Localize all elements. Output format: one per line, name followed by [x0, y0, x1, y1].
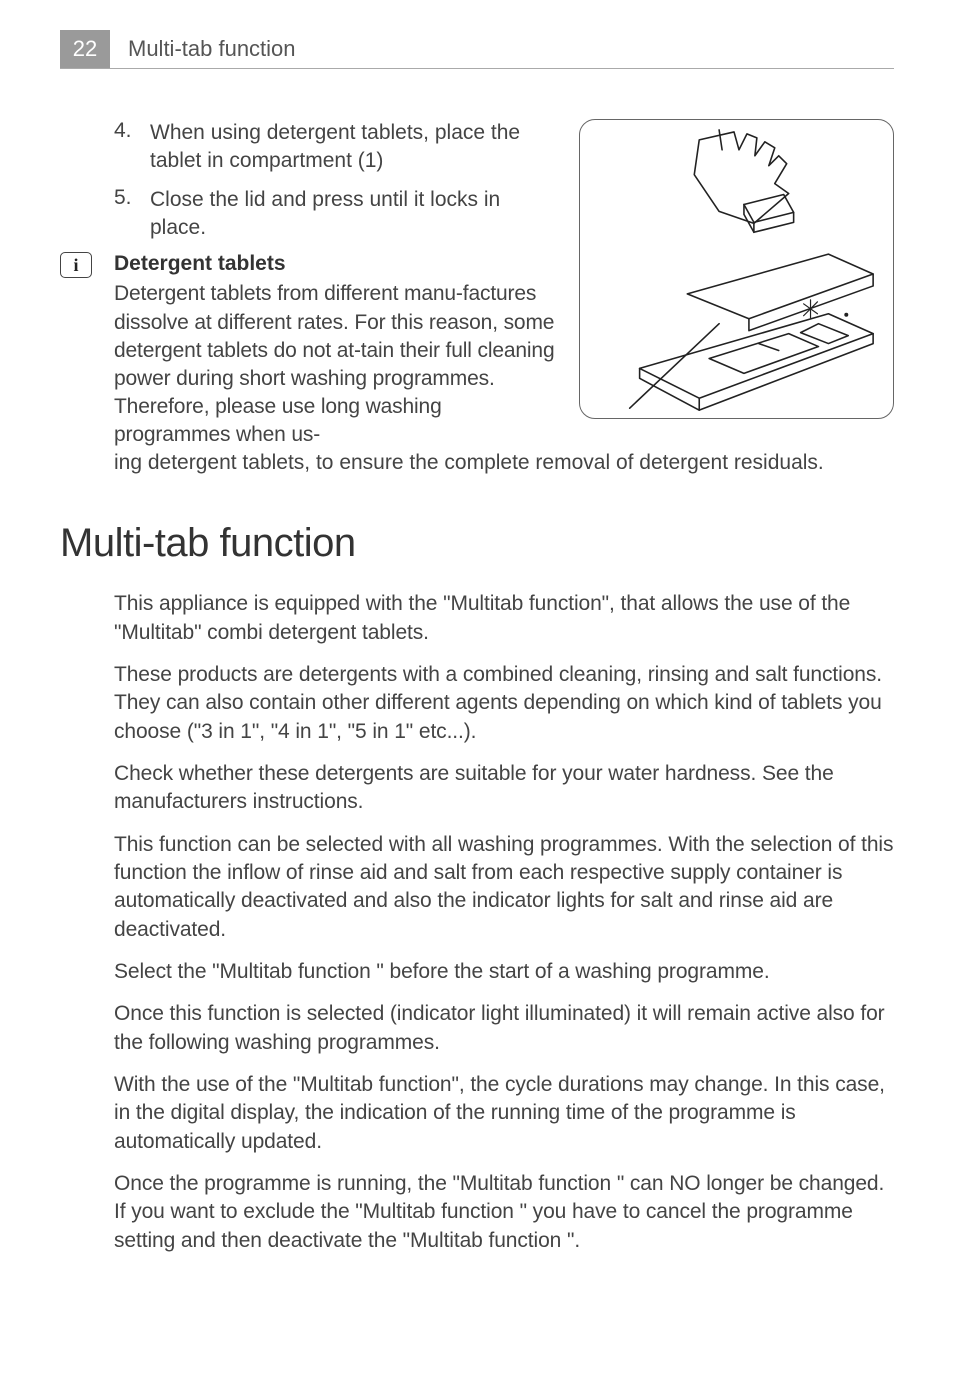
body-paragraph: With the use of the "Multitab function",…	[114, 1071, 894, 1156]
running-title: Multi-tab function	[110, 30, 296, 68]
content-area: 4. When using detergent tablets, place t…	[0, 69, 954, 1255]
info-paragraph: Detergent tablets from different manu-fa…	[114, 280, 561, 449]
illustration	[579, 119, 894, 419]
list-item: 4. When using detergent tablets, place t…	[114, 119, 561, 176]
section-heading: Multi-tab function	[60, 521, 894, 566]
section-body: This appliance is equipped with the "Mul…	[114, 590, 894, 1255]
list-number: 5.	[114, 186, 150, 210]
body-paragraph: Check whether these detergents are suita…	[114, 760, 894, 817]
info-body: Detergent tablets Detergent tablets from…	[114, 252, 561, 449]
info-heading: Detergent tablets	[114, 252, 561, 276]
info-block: i Detergent tablets Detergent tablets fr…	[60, 252, 561, 449]
info-icon: i	[60, 252, 92, 278]
page-number: 22	[60, 30, 110, 68]
list-number: 4.	[114, 119, 150, 143]
body-paragraph: This function can be selected with all w…	[114, 831, 894, 944]
page-header: 22 Multi-tab function	[60, 30, 894, 69]
info-icon-wrap: i	[60, 252, 114, 278]
top-columns: 4. When using detergent tablets, place t…	[60, 119, 894, 449]
body-paragraph: Once this function is selected (indicato…	[114, 1000, 894, 1057]
body-paragraph: Once the programme is running, the "Mult…	[114, 1170, 894, 1255]
list-text: When using detergent tablets, place the …	[150, 119, 561, 176]
list-item: 5. Close the lid and press until it lock…	[114, 186, 561, 243]
left-column: 4. When using detergent tablets, place t…	[60, 119, 561, 449]
body-paragraph: This appliance is equipped with the "Mul…	[114, 590, 894, 647]
body-paragraph: These products are detergents with a com…	[114, 661, 894, 746]
body-paragraph: Select the "Multitab function " before t…	[114, 958, 894, 986]
list-text: Close the lid and press until it locks i…	[150, 186, 561, 243]
step-list: 4. When using detergent tablets, place t…	[114, 119, 561, 242]
info-paragraph-continued: ing detergent tablets, to ensure the com…	[114, 449, 894, 477]
tablet-dispenser-illustration-icon	[580, 120, 893, 419]
